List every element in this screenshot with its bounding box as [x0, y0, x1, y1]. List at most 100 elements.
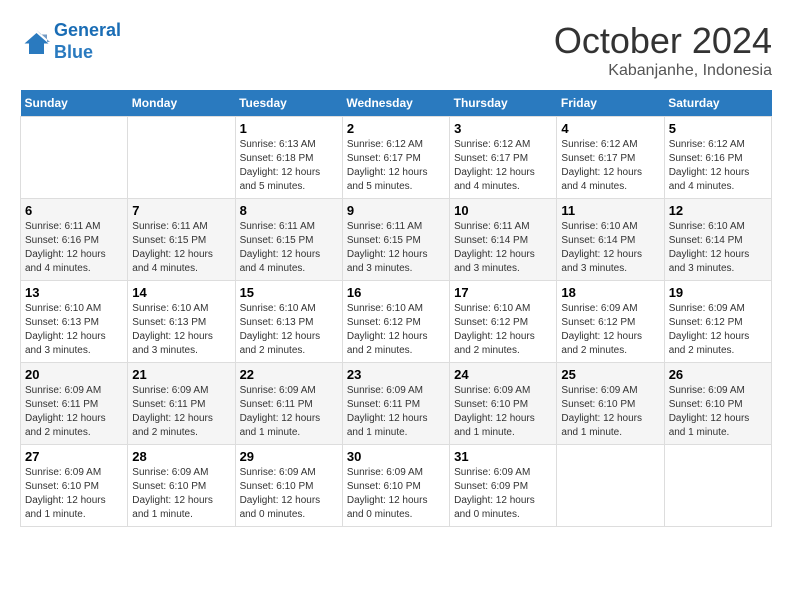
day-info: Sunrise: 6:10 AMSunset: 6:13 PMDaylight:… — [132, 302, 230, 358]
day-info: Sunrise: 6:09 AMSunset: 6:12 PMDaylight:… — [561, 302, 659, 358]
calendar-cell: 3 Sunrise: 6:12 AMSunset: 6:17 PMDaylight… — [450, 117, 557, 199]
day-info: Sunrise: 6:09 AMSunset: 6:10 PMDaylight:… — [561, 384, 659, 440]
calendar-cell: 17 Sunrise: 6:10 AMSunset: 6:12 PMDayligh… — [450, 281, 557, 363]
calendar-cell: 5 Sunrise: 6:12 AMSunset: 6:16 PMDaylight… — [664, 117, 771, 199]
calendar-cell: 15 Sunrise: 6:10 AMSunset: 6:13 PMDayligh… — [235, 281, 342, 363]
calendar-cell — [21, 117, 128, 199]
day-info: Sunrise: 6:11 AMSunset: 6:16 PMDaylight:… — [25, 220, 123, 276]
day-number: 9 — [347, 203, 445, 218]
calendar-cell — [128, 117, 235, 199]
day-number: 25 — [561, 367, 659, 382]
calendar-cell: 30 Sunrise: 6:09 AMSunset: 6:10 PMDayligh… — [342, 445, 449, 527]
day-info: Sunrise: 6:10 AMSunset: 6:14 PMDaylight:… — [669, 220, 767, 276]
day-number: 6 — [25, 203, 123, 218]
day-number: 18 — [561, 285, 659, 300]
calendar-cell: 21Sunrise: 6:09 AMSunset: 6:11 PMDayligh… — [128, 363, 235, 445]
day-number: 13 — [25, 285, 123, 300]
day-number: 31 — [454, 449, 552, 464]
day-info: Sunrise: 6:09 AMSunset: 6:10 PMDaylight:… — [240, 466, 338, 522]
calendar-cell: 28 Sunrise: 6:09 AMSunset: 6:10 PMDayligh… — [128, 445, 235, 527]
calendar-cell — [557, 445, 664, 527]
day-number: 27 — [25, 449, 123, 464]
day-number: 5 — [669, 121, 767, 136]
calendar-table: Sunday Monday Tuesday Wednesday Thursday… — [20, 90, 772, 527]
day-number: 3 — [454, 121, 552, 136]
logo-icon — [20, 27, 50, 57]
day-number: 30 — [347, 449, 445, 464]
calendar-cell: 27 Sunrise: 6:09 AMSunset: 6:10 PMDayligh… — [21, 445, 128, 527]
day-info: Sunrise: 6:12 AMSunset: 6:17 PMDaylight:… — [454, 138, 552, 194]
calendar-row-0: 1 Sunrise: 6:13 AMSunset: 6:18 PMDaylight… — [21, 117, 772, 199]
day-info: Sunrise: 6:12 AMSunset: 6:16 PMDaylight:… — [669, 138, 767, 194]
day-info: Sunrise: 6:09 AMSunset: 6:09 PMDaylight:… — [454, 466, 552, 522]
month-title: October 2024 — [554, 20, 772, 62]
day-info: Sunrise: 6:09 AMSunset: 6:10 PMDaylight:… — [132, 466, 230, 522]
day-info: Sunrise: 6:11 AMSunset: 6:15 PMDaylight:… — [240, 220, 338, 276]
day-info: Sunrise: 6:12 AMSunset: 6:17 PMDaylight:… — [561, 138, 659, 194]
day-info: Sunrise: 6:09 AMSunset: 6:10 PMDaylight:… — [347, 466, 445, 522]
calendar-cell: 1 Sunrise: 6:13 AMSunset: 6:18 PMDaylight… — [235, 117, 342, 199]
header-monday: Monday — [128, 90, 235, 117]
calendar-cell: 13 Sunrise: 6:10 AMSunset: 6:13 PMDayligh… — [21, 281, 128, 363]
day-info: Sunrise: 6:12 AMSunset: 6:17 PMDaylight:… — [347, 138, 445, 194]
title-block: October 2024 Kabanjanhe, Indonesia — [554, 20, 772, 80]
day-info: Sunrise: 6:09 AMSunset: 6:11 PMDaylight:… — [347, 384, 445, 440]
day-number: 1 — [240, 121, 338, 136]
day-info: Sunrise: 6:13 AMSunset: 6:18 PMDaylight:… — [240, 138, 338, 194]
calendar-cell: 8Sunrise: 6:11 AMSunset: 6:15 PMDaylight… — [235, 199, 342, 281]
location-subtitle: Kabanjanhe, Indonesia — [554, 62, 772, 80]
calendar-cell: 22Sunrise: 6:09 AMSunset: 6:11 PMDayligh… — [235, 363, 342, 445]
logo-text: General Blue — [54, 20, 121, 63]
day-number: 22 — [240, 367, 338, 382]
day-info: Sunrise: 6:09 AMSunset: 6:10 PMDaylight:… — [25, 466, 123, 522]
calendar-cell: 12 Sunrise: 6:10 AMSunset: 6:14 PMDayligh… — [664, 199, 771, 281]
calendar-cell — [664, 445, 771, 527]
day-info: Sunrise: 6:10 AMSunset: 6:12 PMDaylight:… — [347, 302, 445, 358]
day-info: Sunrise: 6:11 AMSunset: 6:14 PMDaylight:… — [454, 220, 552, 276]
calendar-cell: 24Sunrise: 6:09 AMSunset: 6:10 PMDayligh… — [450, 363, 557, 445]
calendar-cell: 31 Sunrise: 6:09 AMSunset: 6:09 PMDayligh… — [450, 445, 557, 527]
calendar-cell: 26Sunrise: 6:09 AMSunset: 6:10 PMDayligh… — [664, 363, 771, 445]
calendar-cell: 14Sunrise: 6:10 AMSunset: 6:13 PMDayligh… — [128, 281, 235, 363]
day-number: 16 — [347, 285, 445, 300]
calendar-row-3: 20 Sunrise: 6:09 AMSunset: 6:11 PMDayligh… — [21, 363, 772, 445]
calendar-row-1: 6 Sunrise: 6:11 AMSunset: 6:16 PMDaylight… — [21, 199, 772, 281]
calendar-cell: 6 Sunrise: 6:11 AMSunset: 6:16 PMDaylight… — [21, 199, 128, 281]
page-header: General Blue October 2024 Kabanjanhe, In… — [20, 20, 772, 80]
calendar-cell: 25 Sunrise: 6:09 AMSunset: 6:10 PMDayligh… — [557, 363, 664, 445]
day-number: 26 — [669, 367, 767, 382]
header-thursday: Thursday — [450, 90, 557, 117]
header-tuesday: Tuesday — [235, 90, 342, 117]
day-info: Sunrise: 6:10 AMSunset: 6:13 PMDaylight:… — [25, 302, 123, 358]
day-number: 12 — [669, 203, 767, 218]
calendar-row-2: 13 Sunrise: 6:10 AMSunset: 6:13 PMDayligh… — [21, 281, 772, 363]
day-info: Sunrise: 6:11 AMSunset: 6:15 PMDaylight:… — [132, 220, 230, 276]
day-info: Sunrise: 6:10 AMSunset: 6:14 PMDaylight:… — [561, 220, 659, 276]
day-info: Sunrise: 6:09 AMSunset: 6:11 PMDaylight:… — [132, 384, 230, 440]
day-number: 20 — [25, 367, 123, 382]
calendar-cell: 20Sunrise: 6:09 AMSunset: 6:11 PMDayligh… — [21, 363, 128, 445]
calendar-cell: 10Sunrise: 6:11 AMSunset: 6:14 PMDayligh… — [450, 199, 557, 281]
day-number: 29 — [240, 449, 338, 464]
header-saturday: Saturday — [664, 90, 771, 117]
day-number: 28 — [132, 449, 230, 464]
calendar-cell: 11Sunrise: 6:10 AMSunset: 6:14 PMDayligh… — [557, 199, 664, 281]
calendar-row-4: 27 Sunrise: 6:09 AMSunset: 6:10 PMDayligh… — [21, 445, 772, 527]
day-number: 19 — [669, 285, 767, 300]
header-row: Sunday Monday Tuesday Wednesday Thursday… — [21, 90, 772, 117]
calendar-cell: 16 Sunrise: 6:10 AMSunset: 6:12 PMDayligh… — [342, 281, 449, 363]
calendar-cell: 29 Sunrise: 6:09 AMSunset: 6:10 PMDayligh… — [235, 445, 342, 527]
day-info: Sunrise: 6:09 AMSunset: 6:12 PMDaylight:… — [669, 302, 767, 358]
logo: General Blue — [20, 20, 121, 63]
calendar-cell: 2Sunrise: 6:12 AMSunset: 6:17 PMDaylight… — [342, 117, 449, 199]
day-info: Sunrise: 6:10 AMSunset: 6:12 PMDaylight:… — [454, 302, 552, 358]
day-number: 24 — [454, 367, 552, 382]
header-wednesday: Wednesday — [342, 90, 449, 117]
day-info: Sunrise: 6:11 AMSunset: 6:15 PMDaylight:… — [347, 220, 445, 276]
day-number: 23 — [347, 367, 445, 382]
day-number: 17 — [454, 285, 552, 300]
calendar-cell: 4Sunrise: 6:12 AMSunset: 6:17 PMDaylight… — [557, 117, 664, 199]
calendar-cell: 23 Sunrise: 6:09 AMSunset: 6:11 PMDayligh… — [342, 363, 449, 445]
day-info: Sunrise: 6:10 AMSunset: 6:13 PMDaylight:… — [240, 302, 338, 358]
day-number: 15 — [240, 285, 338, 300]
